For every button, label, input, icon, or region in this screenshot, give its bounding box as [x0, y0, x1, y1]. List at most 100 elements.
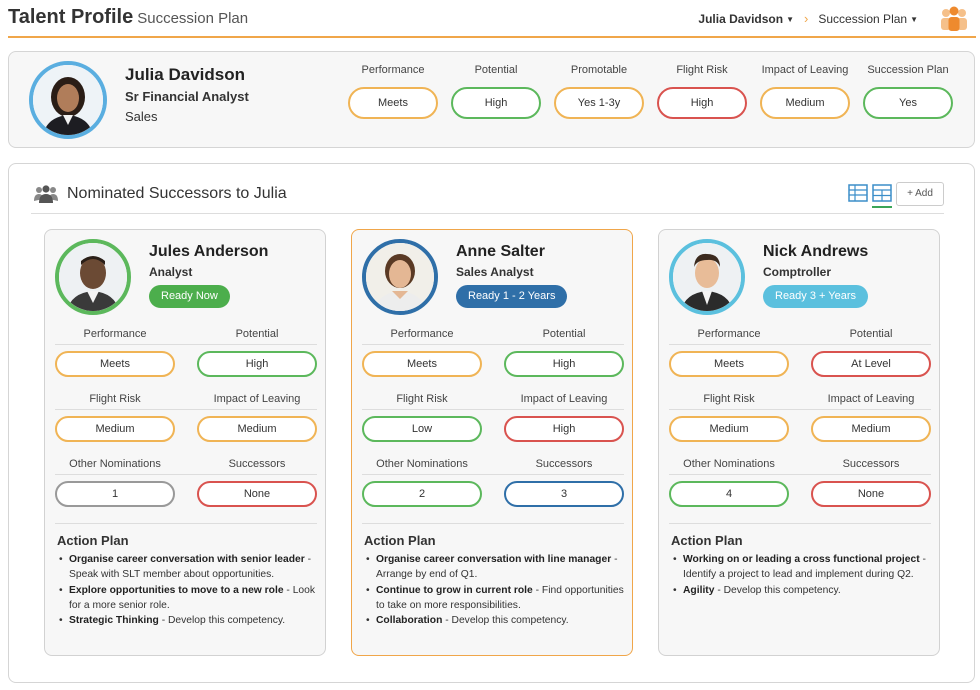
chevron-down-icon: ▼	[786, 14, 795, 24]
action-item-title: Working on or leading a cross functional…	[683, 554, 920, 565]
potential-pill[interactable]: High	[197, 351, 317, 377]
label-potential: Potential	[235, 328, 279, 340]
breadcrumb: Julia Davidson ▼ › Succession Plan ▼	[698, 11, 918, 26]
metric-label: Promotable	[570, 64, 628, 76]
metric-labels: Flight Risk Impact of Leaving	[55, 392, 317, 410]
label-other-nominations: Other Nominations	[376, 458, 468, 470]
metric-row: Other Nominations Successors 4 None	[669, 457, 931, 522]
grid-view-toggle[interactable]	[872, 184, 892, 208]
metric-value-pill[interactable]: High	[657, 87, 747, 119]
label-flight-risk: Flight Risk	[89, 393, 141, 405]
successor-card[interactable]: Anne Salter Sales Analyst Ready 1 - 2 Ye…	[351, 229, 633, 656]
successors-pill[interactable]: None	[811, 481, 931, 507]
metric-label: Flight Risk	[676, 64, 728, 76]
divider	[362, 523, 624, 524]
action-item: Organise career conversation with line m…	[364, 552, 626, 583]
metric-performance: Performance Meets	[348, 64, 438, 119]
impact-of-leaving-pill[interactable]: Medium	[811, 416, 931, 442]
metric-value-pill[interactable]: Yes 1-3y	[554, 87, 644, 119]
avatar	[29, 61, 107, 139]
action-item-title: Organise career conversation with line m…	[376, 554, 612, 565]
list-view-icon[interactable]	[848, 184, 868, 202]
action-plan-list: Organise career conversation with line m…	[364, 552, 626, 629]
action-item-detail: - Develop this competency.	[158, 615, 286, 627]
metric-labels: Other Nominations Successors	[362, 457, 624, 475]
label-performance: Performance	[697, 328, 761, 340]
other-nominations-pill[interactable]: 1	[55, 481, 175, 507]
action-item-title: Explore opportunities to move to a new r…	[69, 584, 284, 596]
metric-flight-risk: Flight Risk High	[657, 64, 747, 119]
successors-pill[interactable]: 3	[504, 481, 624, 507]
successor-name: Nick Andrews	[763, 243, 869, 260]
label-impact-of-leaving: Impact of Leaving	[213, 393, 301, 405]
avatar	[362, 239, 438, 315]
team-people-icon[interactable]	[938, 4, 970, 32]
user-menu[interactable]: Julia Davidson ▼	[698, 12, 794, 26]
woman-portrait-icon	[366, 243, 434, 311]
performance-pill[interactable]: Meets	[669, 351, 789, 377]
impact-of-leaving-pill[interactable]: Medium	[197, 416, 317, 442]
action-plan-list: Working on or leading a cross functional…	[671, 552, 933, 598]
successor-card[interactable]: Jules Anderson Analyst Ready Now Perform…	[44, 229, 326, 656]
impact-of-leaving-pill[interactable]: High	[504, 416, 624, 442]
metric-label: Potential	[474, 64, 518, 76]
performance-pill[interactable]: Meets	[362, 351, 482, 377]
action-item: Agility - Develop this competency.	[671, 583, 933, 599]
successor-role: Analyst	[149, 265, 193, 279]
divider	[669, 523, 931, 524]
metric-value-pill[interactable]: Meets	[348, 87, 438, 119]
other-nominations-pill[interactable]: 2	[362, 481, 482, 507]
label-potential: Potential	[849, 328, 893, 340]
successors-header: Nominated Successors to Julia + Add	[31, 182, 944, 214]
people-group-icon	[34, 185, 58, 203]
action-plan-title: Action Plan	[671, 533, 743, 548]
woman-portrait-icon	[33, 65, 103, 135]
metric-value-pill[interactable]: Medium	[760, 87, 850, 119]
metric-labels: Performance Potential	[362, 327, 624, 345]
performance-pill[interactable]: Meets	[55, 351, 175, 377]
other-nominations-pill[interactable]: 4	[669, 481, 789, 507]
metric-label: Performance	[361, 64, 425, 76]
page-title: Talent Profile Succession Plan	[8, 6, 248, 29]
successor-name: Jules Anderson	[149, 243, 269, 260]
label-successors: Successors	[842, 458, 900, 470]
flight-risk-pill[interactable]: Low	[362, 416, 482, 442]
section-menu-label: Succession Plan	[818, 11, 908, 26]
metric-label: Succession Plan	[867, 64, 949, 76]
readiness-badge: Ready Now	[149, 285, 230, 308]
metric-value-pill[interactable]: Yes	[863, 87, 953, 119]
label-successors: Successors	[228, 458, 286, 470]
successors-title: Nominated Successors to Julia	[67, 185, 287, 202]
metric-labels: Other Nominations Successors	[669, 457, 931, 475]
metric-row: Flight Risk Impact of Leaving Medium Med…	[55, 392, 317, 457]
app-title-text: Talent Profile	[8, 6, 134, 28]
flight-risk-pill[interactable]: Medium	[55, 416, 175, 442]
section-menu[interactable]: Succession Plan ▼	[818, 12, 918, 26]
successors-pill[interactable]: None	[197, 481, 317, 507]
metric-labels: Flight Risk Impact of Leaving	[669, 392, 931, 410]
action-item-title: Agility	[683, 584, 715, 596]
action-item-title: Continue to grow in current role	[376, 584, 533, 596]
label-performance: Performance	[83, 328, 147, 340]
metric-labels: Flight Risk Impact of Leaving	[362, 392, 624, 410]
metric-labels: Other Nominations Successors	[55, 457, 317, 475]
label-successors: Successors	[535, 458, 593, 470]
page-subtitle: Succession Plan	[137, 10, 249, 27]
avatar	[55, 239, 131, 315]
action-item: Strategic Thinking - Develop this compet…	[57, 613, 319, 629]
nominated-successors-panel: Nominated Successors to Julia + Add Jule…	[8, 163, 975, 683]
add-successor-button[interactable]: + Add	[896, 182, 944, 206]
metric-potential: Potential High	[451, 64, 541, 119]
metric-value-pill[interactable]: High	[451, 87, 541, 119]
successor-card[interactable]: Nick Andrews Comptroller Ready 3 + Years…	[658, 229, 940, 656]
potential-pill[interactable]: High	[504, 351, 624, 377]
metric-succession-plan: Succession Plan Yes	[863, 64, 953, 119]
metric-row: Other Nominations Successors 2 3	[362, 457, 624, 522]
potential-pill[interactable]: At Level	[811, 351, 931, 377]
metric-row: Flight Risk Impact of Leaving Low High	[362, 392, 624, 457]
action-item: Explore opportunities to move to a new r…	[57, 583, 319, 614]
label-impact-of-leaving: Impact of Leaving	[520, 393, 608, 405]
label-performance: Performance	[390, 328, 454, 340]
metric-labels: Performance Potential	[55, 327, 317, 345]
flight-risk-pill[interactable]: Medium	[669, 416, 789, 442]
